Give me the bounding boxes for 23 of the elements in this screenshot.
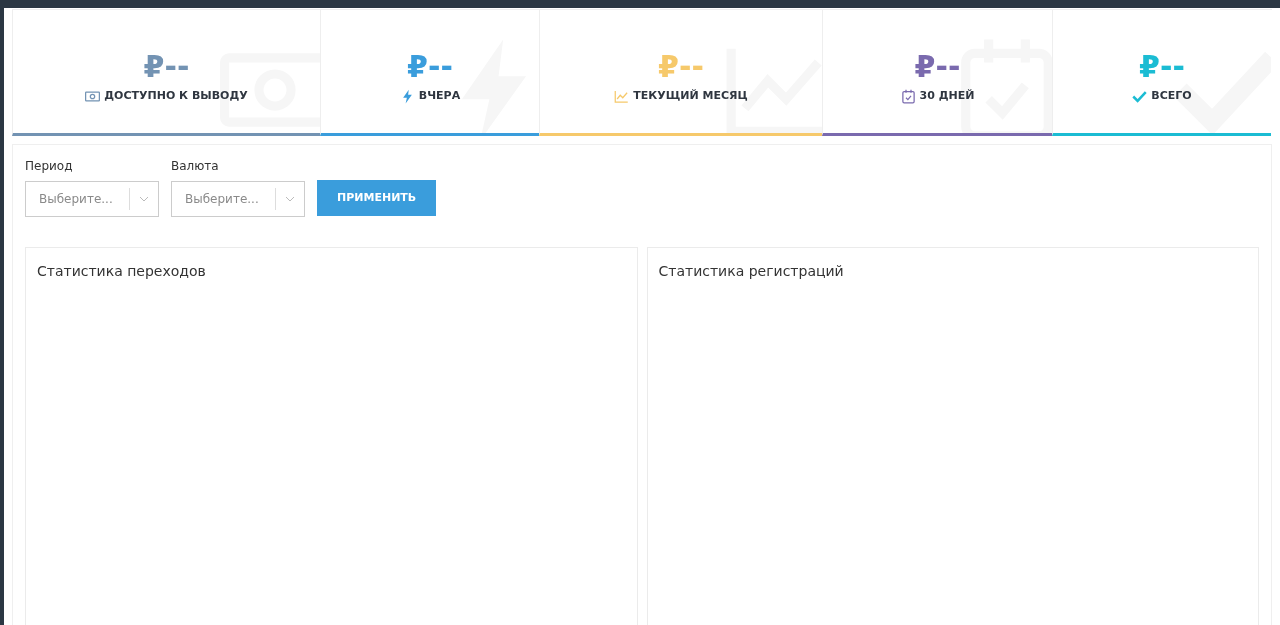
stat-label: 30 ДНЕЙ xyxy=(919,88,975,105)
panel-title: Статистика регистраций xyxy=(658,262,845,281)
panel-title: Статистика переходов xyxy=(37,262,207,281)
calendar-check-icon xyxy=(900,89,916,104)
select-field[interactable]: Выберите... xyxy=(25,181,159,217)
chevron-down-icon xyxy=(139,194,149,204)
line-chart-icon xyxy=(614,89,630,104)
select-field[interactable]: Выберите... xyxy=(171,181,305,217)
stat-label: ДОСТУПНО К ВЫВОДУ xyxy=(104,88,248,105)
apply-button[interactable]: ПРИМЕНИТЬ xyxy=(317,180,437,216)
filter-label: Валюта xyxy=(171,158,220,175)
stat-label: ТЕКУЩИЙ МЕСЯЦ xyxy=(633,88,748,105)
amount-value: ₽-- xyxy=(143,52,190,83)
stat-label: ВЧЕРА xyxy=(418,88,461,105)
amount-value: ₽-- xyxy=(914,52,961,83)
amount-value: ₽-- xyxy=(1139,52,1185,83)
amount-value: ₽-- xyxy=(658,52,704,83)
check-icon xyxy=(1132,89,1148,104)
chevron-down-icon xyxy=(285,194,295,204)
amount-value: ₽-- xyxy=(407,52,453,83)
filter-label: Период xyxy=(25,158,74,175)
banknote-icon xyxy=(85,89,101,104)
stat-label: ВСЕГО xyxy=(1151,88,1192,105)
